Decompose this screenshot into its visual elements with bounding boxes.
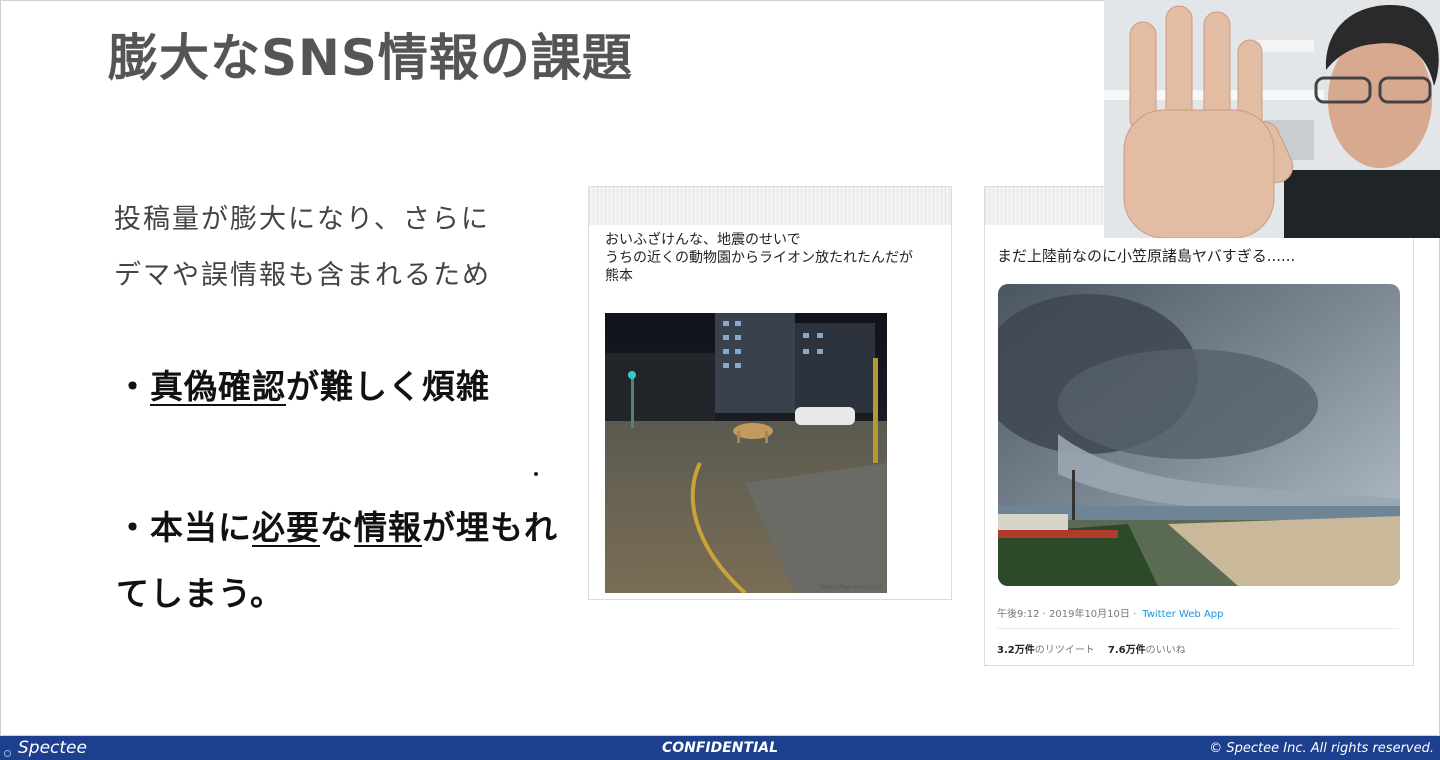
divider [997,628,1399,629]
intro-text: 投稿量が膨大になり、さらに デマや誤情報も含まれるため [114,192,491,304]
bullet-marker: ・ [116,367,150,406]
tweet-app-link[interactable]: Twitter Web App [1142,609,1223,620]
tweet-stats: 3.2万件のリツイート 7.6万件のいいね [997,641,1186,656]
tweet-card-lion: おいふざけんな、地震のせいで うちの近くの動物園からライオン放たれたんだが 熊本 [588,186,952,600]
retweet-count: 3.2万件 [997,645,1035,656]
retweet-label: のリツイート [1034,645,1095,656]
slide-title: 膨大なSNS情報の課題 [108,29,633,87]
photo-watermark: Twitter/Nanahoe1222 [818,584,883,591]
presenter-webcam-feed [1104,0,1440,238]
like-label: のいいね [1145,645,1186,656]
bullet-verification: ・真偽確認が難しく煩雑 [116,360,490,408]
tweet-text: まだ上陸前なのに小笠原諸島ヤバすぎる...... [997,247,1296,265]
bullet-text: な [320,508,354,547]
copyright: © Spectee Inc. All rights reserved. [1209,741,1434,756]
bullet-text: ・本当に [116,508,252,547]
tweet-text: おいふざけんな、地震のせいで うちの近くの動物園からライオン放たれたんだが 熊本 [605,232,913,284]
storm-cloud-beach-photo [998,284,1400,586]
like-count: 7.6万件 [1107,645,1146,656]
lion-street-night-photo: Twitter/Nanahoe1222 [605,313,887,593]
tweet-date: 午後9:12 · 2019年10月10日 · [997,609,1137,620]
underlined-phrase: 必要 [252,508,320,547]
intro-line-2: デマや誤情報も含まれるため [114,260,491,291]
underlined-phrase: 真偽確認 [150,367,286,406]
tweet-timestamp: 午後9:12 · 2019年10月10日 · Twitter Web App [997,605,1223,620]
intro-line-1: 投稿量が膨大になり、さらに [114,204,490,235]
footer-bar: Spectee CONFIDENTIAL © Spectee Inc. All … [0,736,1440,760]
cursor-dot [534,472,538,476]
underlined-phrase: 情報 [354,508,422,547]
bullet-text: が難しく煩雑 [286,367,490,406]
tweet-card-storm: まだ上陸前なのに小笠原諸島ヤバすぎる...... 午後9:12 · 2019年1… [984,186,1414,666]
bullet-buried-info: ・本当に必要な情報が埋もれてしまう。 [116,495,566,627]
tweet-header-blurred [589,187,951,225]
